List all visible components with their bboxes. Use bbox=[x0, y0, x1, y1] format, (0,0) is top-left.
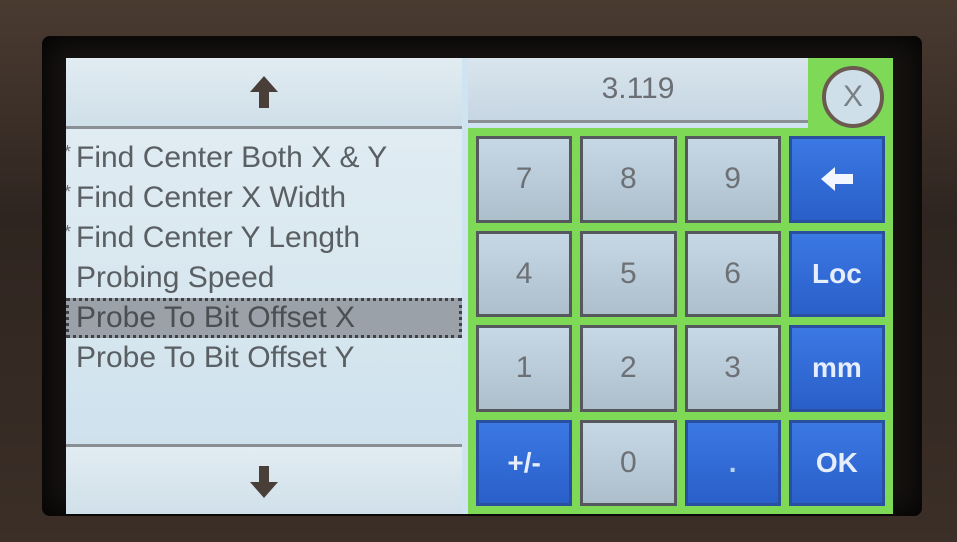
key-7[interactable]: 7 bbox=[476, 136, 573, 223]
key-label: 1 bbox=[515, 351, 533, 385]
key-label: +/- bbox=[507, 446, 541, 478]
menu-list: * Find Center Both X & Y * Find Center X… bbox=[66, 138, 462, 378]
key-label: 3 bbox=[724, 351, 741, 385]
menu-item-label: Probing Speed bbox=[76, 261, 275, 294]
loc-button[interactable]: Loc bbox=[788, 230, 885, 317]
menu-item-probing-speed[interactable]: Probing Speed bbox=[66, 258, 462, 298]
key-1[interactable]: 1 bbox=[476, 325, 573, 412]
key-label: 2 bbox=[620, 351, 637, 385]
key-4[interactable]: 4 bbox=[476, 230, 573, 317]
value-display: 3.119 bbox=[468, 58, 808, 123]
key-label: OK bbox=[815, 446, 858, 478]
key-8[interactable]: 8 bbox=[580, 136, 677, 223]
key-label: 7 bbox=[515, 162, 533, 196]
key-0[interactable]: 0 bbox=[580, 419, 677, 506]
menu-item-label: Find Center Both X & Y bbox=[76, 141, 388, 174]
plus-minus-button[interactable]: +/- bbox=[476, 419, 573, 506]
key-label: 9 bbox=[724, 162, 741, 196]
menu-item-label: Probe To Bit Offset Y bbox=[76, 341, 355, 374]
menu-item-label: Find Center X Width bbox=[76, 181, 347, 214]
key-label: . bbox=[728, 446, 737, 478]
menu-item-marker: * bbox=[66, 172, 71, 212]
key-6[interactable]: 6 bbox=[684, 230, 781, 317]
value-text: 3.119 bbox=[601, 72, 675, 105]
menu-item-probe-offset-y[interactable]: Probe To Bit Offset Y bbox=[66, 338, 462, 378]
numeric-keypad: 7 8 9 4 5 6 Loc 1 2 3 mm +/- 0 . OK bbox=[468, 128, 893, 514]
key-label: 0 bbox=[620, 445, 637, 479]
menu-item-label: Probe To Bit Offset X bbox=[76, 301, 356, 334]
ok-button[interactable]: OK bbox=[788, 419, 885, 506]
touch-screen: * Find Center Both X & Y * Find Center X… bbox=[66, 58, 893, 514]
menu-item-marker: * bbox=[66, 212, 71, 252]
key-5[interactable]: 5 bbox=[580, 230, 677, 317]
menu-item-label: Find Center Y Length bbox=[76, 221, 361, 254]
menu-item-probe-offset-x[interactable]: Probe To Bit Offset X bbox=[66, 298, 462, 338]
key-label: Loc bbox=[811, 257, 862, 289]
menu-panel: * Find Center Both X & Y * Find Center X… bbox=[66, 58, 462, 514]
menu-item-find-center-y[interactable]: * Find Center Y Length bbox=[66, 218, 462, 258]
scroll-up-button[interactable] bbox=[66, 58, 462, 129]
close-button[interactable]: X bbox=[822, 66, 884, 128]
decimal-point-button[interactable]: . bbox=[684, 419, 781, 506]
key-label: mm bbox=[811, 352, 862, 384]
key-label: 6 bbox=[724, 256, 741, 290]
key-label: 8 bbox=[620, 162, 637, 196]
key-label: 5 bbox=[620, 256, 637, 290]
menu-item-find-center-both[interactable]: * Find Center Both X & Y bbox=[66, 138, 462, 178]
key-9[interactable]: 9 bbox=[684, 136, 781, 223]
key-label: 4 bbox=[515, 256, 533, 290]
scroll-down-button[interactable] bbox=[66, 444, 462, 514]
close-icon: X bbox=[842, 80, 863, 113]
left-arrow-icon bbox=[820, 167, 853, 192]
down-arrow-icon bbox=[250, 466, 278, 498]
up-arrow-icon bbox=[250, 76, 278, 108]
key-3[interactable]: 3 bbox=[684, 325, 781, 412]
close-area: X bbox=[808, 58, 893, 128]
backspace-button[interactable] bbox=[788, 136, 885, 223]
menu-item-find-center-x[interactable]: * Find Center X Width bbox=[66, 178, 462, 218]
mm-button[interactable]: mm bbox=[788, 325, 885, 412]
key-2[interactable]: 2 bbox=[580, 325, 677, 412]
menu-item-marker: * bbox=[66, 132, 71, 172]
